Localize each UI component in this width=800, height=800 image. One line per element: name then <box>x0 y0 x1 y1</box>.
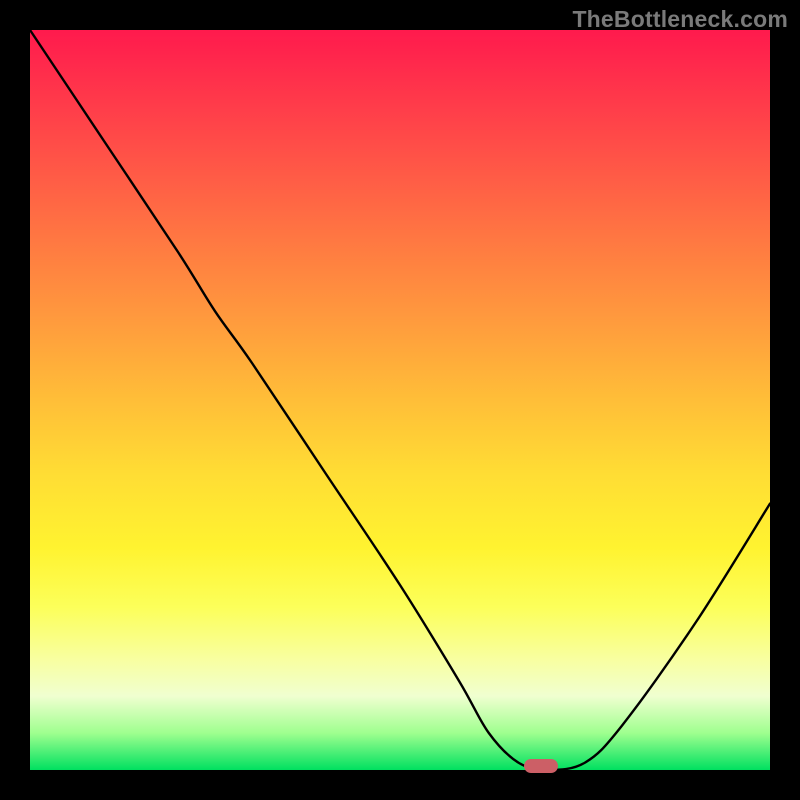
chart-svg <box>30 30 770 770</box>
optimal-marker <box>524 759 558 773</box>
chart-frame: TheBottleneck.com <box>0 0 800 800</box>
plot-area <box>30 30 770 770</box>
bottleneck-curve <box>30 30 770 770</box>
watermark-label: TheBottleneck.com <box>572 6 788 33</box>
